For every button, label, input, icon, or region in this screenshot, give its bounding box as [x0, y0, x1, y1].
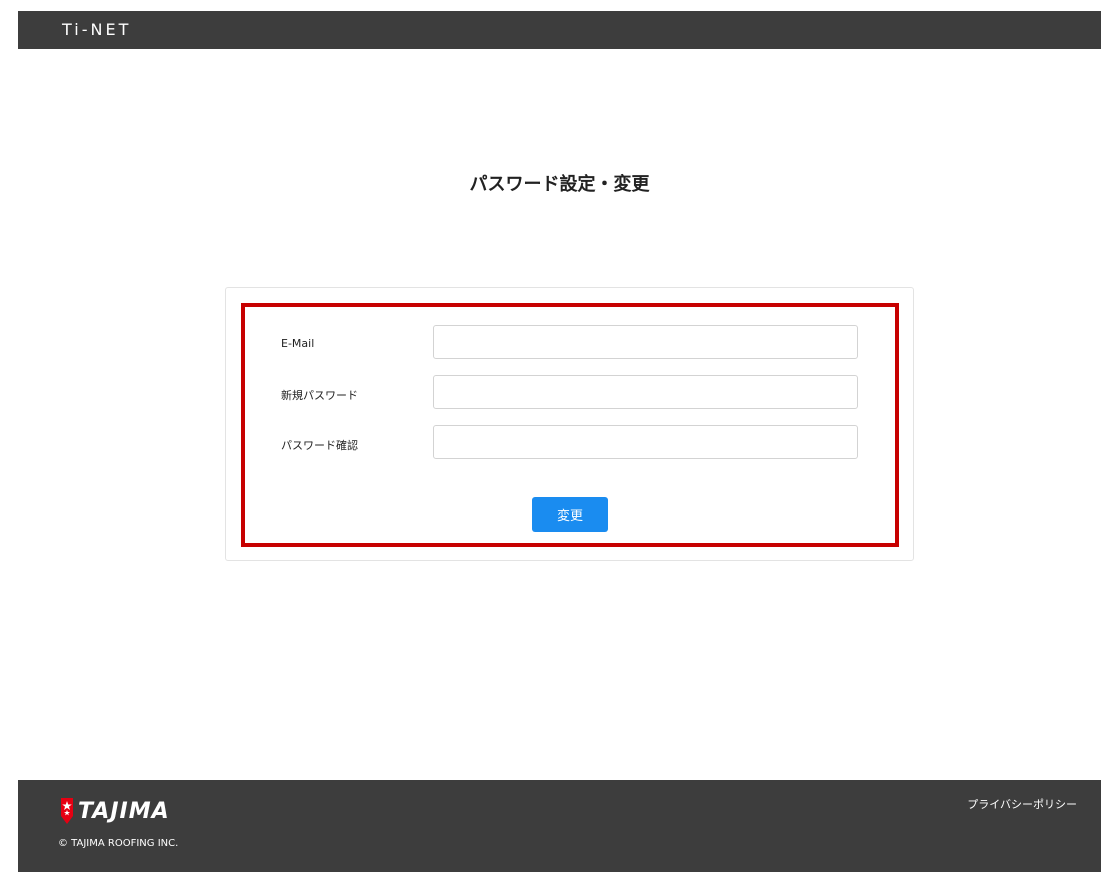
email-field[interactable] [433, 325, 858, 359]
submit-button[interactable]: 変更 [532, 497, 608, 532]
copyright: © TAJIMA ROOFING INC. [58, 838, 179, 849]
page-title: パスワード設定・変更 [469, 174, 650, 195]
top-bar: Ti-NET [18, 11, 1101, 49]
tajima-logo[interactable]: TAJIMA [60, 798, 170, 824]
email-label: E-Mail [281, 337, 315, 350]
new-password-label: 新規パスワード [281, 389, 358, 402]
privacy-policy-link[interactable]: プライバシーポリシー [967, 796, 1077, 812]
new-password-field[interactable] [433, 375, 858, 409]
brand-logo[interactable]: Ti-NET [62, 20, 131, 39]
confirm-password-field[interactable] [433, 425, 858, 459]
logo-text: TAJIMA [78, 798, 170, 824]
flag-icon [61, 798, 73, 824]
footer: TAJIMA © TAJIMA ROOFING INC. プライバシーポリシー [18, 780, 1101, 872]
confirm-password-label: パスワード確認 [281, 439, 358, 452]
